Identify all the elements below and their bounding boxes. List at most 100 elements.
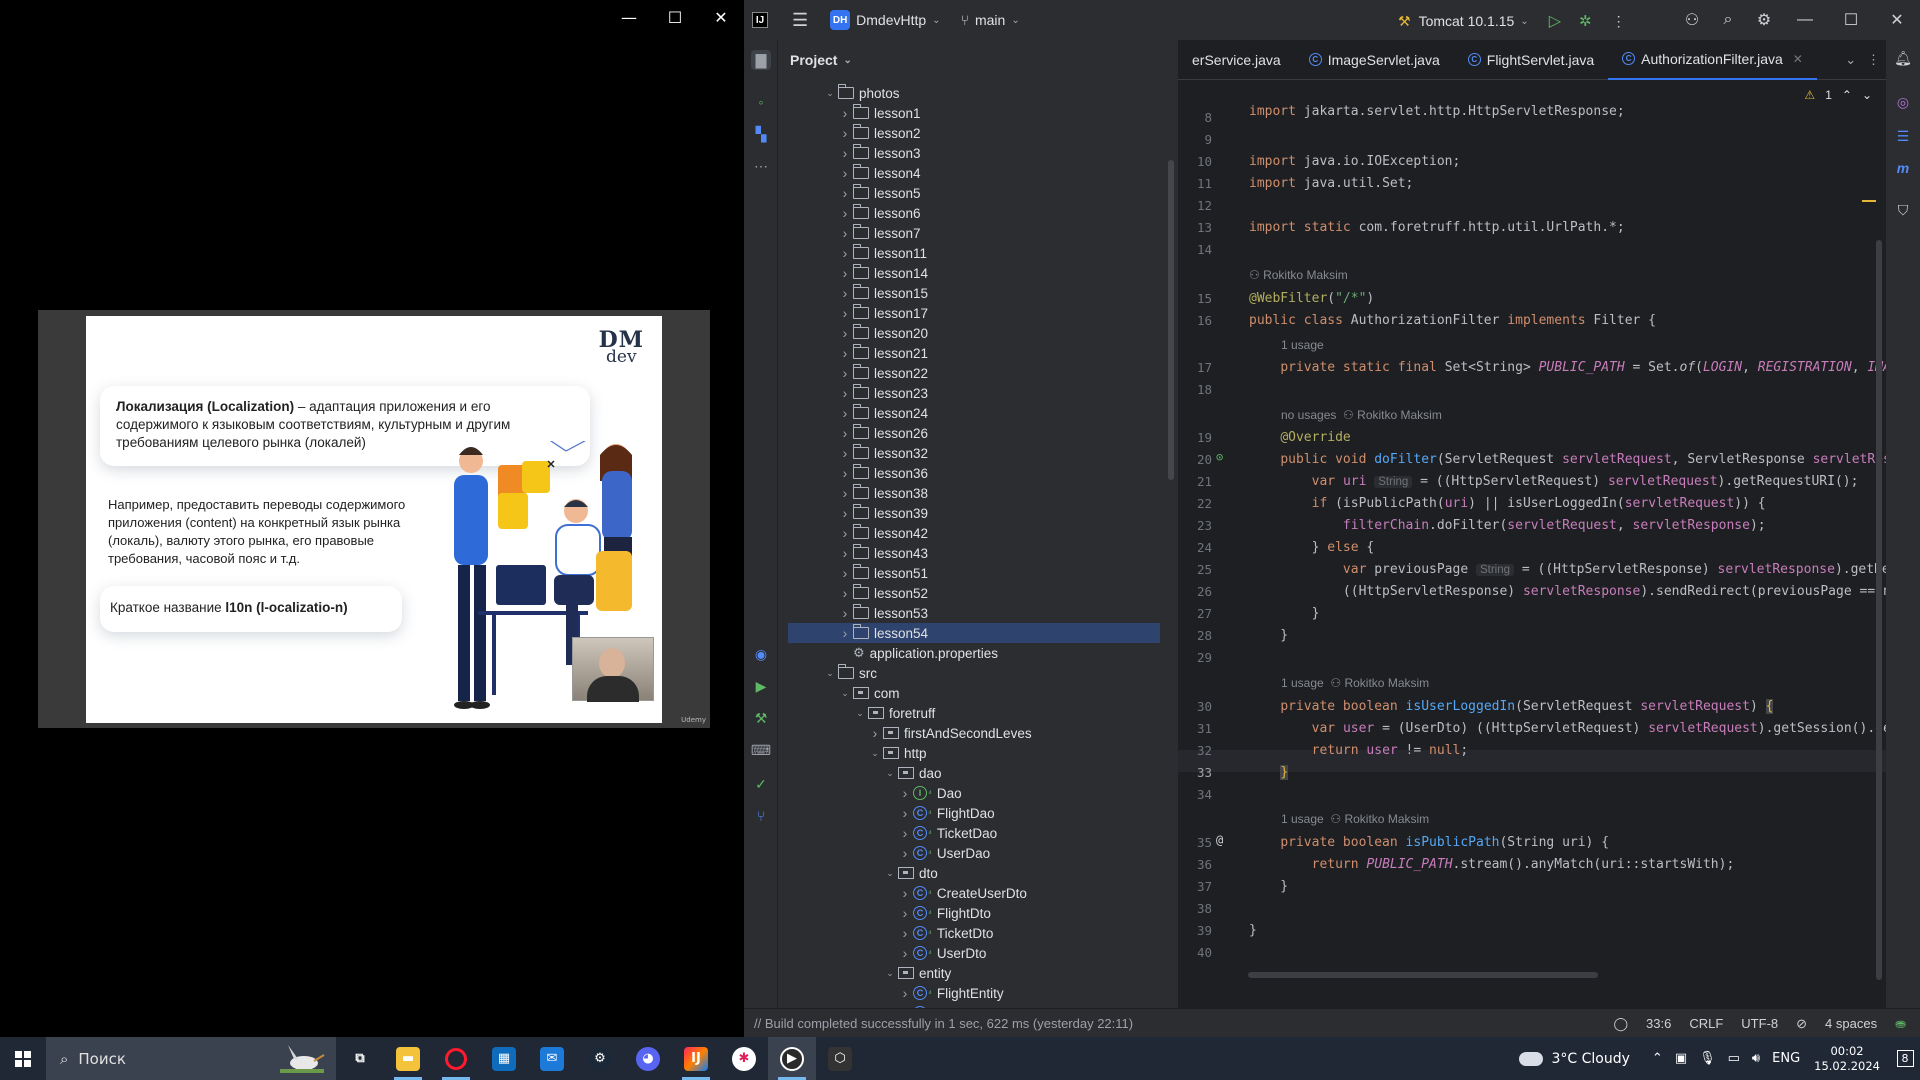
project-tool-icon[interactable]: ▇ [751, 50, 771, 70]
chevron-right-icon[interactable]: › [837, 485, 853, 501]
terminal-tool-icon[interactable]: ⌨ [751, 740, 771, 760]
tree-item-lesson39[interactable]: › lesson39 [778, 503, 1178, 523]
close-button[interactable]: ✕ [1874, 10, 1920, 30]
notification-center-button[interactable]: 8 [1890, 1037, 1920, 1080]
tree-item-flightentity[interactable]: › C ⁴ FlightEntity [778, 983, 1178, 1003]
chevron-right-icon[interactable]: › [897, 905, 913, 921]
task-view-button[interactable]: ⧉ [336, 1037, 384, 1080]
slack-app[interactable]: ✱ [720, 1037, 768, 1080]
tree-item-firstandsecondleves[interactable]: › firstAndSecondLeves [778, 723, 1178, 743]
notifications-icon[interactable]: 🔔︎ [1893, 48, 1913, 68]
media-player-app[interactable]: ▶ [768, 1037, 816, 1080]
steam-app[interactable]: ⚙ [576, 1037, 624, 1080]
tab-flightservlet[interactable]: C FlightServlet.java [1454, 40, 1608, 80]
vcs-branch-widget[interactable]: main [975, 12, 1005, 28]
chevron-up-icon[interactable]: ⌃ [1842, 88, 1852, 102]
project-tree-scrollbar[interactable] [1168, 160, 1174, 480]
minimize-button[interactable]: — [1782, 11, 1828, 29]
more-actions-icon[interactable]: ⋮ [1612, 13, 1626, 30]
microphone-icon[interactable]: 🎙︎ [1699, 1051, 1716, 1066]
chevron-right-icon[interactable]: › [867, 725, 883, 741]
tree-item-ticketdto[interactable]: › C ⁴ TicketDto [778, 923, 1178, 943]
tree-item-lesson42[interactable]: › lesson42 [778, 523, 1178, 543]
project-badge[interactable]: DH [830, 10, 851, 30]
services-tool-icon[interactable]: ◉ [751, 644, 771, 664]
chevron-right-icon[interactable]: › [837, 225, 853, 241]
chevron-right-icon[interactable]: › [837, 265, 853, 281]
tree-item-lesson20[interactable]: › lesson20 [778, 323, 1178, 343]
tree-item-createuserdto[interactable]: › C ⁴ CreateUserDto [778, 883, 1178, 903]
chevron-right-icon[interactable]: › [837, 425, 853, 441]
caret-position[interactable]: 33:6 [1646, 1016, 1671, 1031]
debug-icon[interactable]: ✲ [1579, 12, 1592, 30]
file-explorer-app[interactable]: ▬ [384, 1037, 432, 1080]
tree-item-lesson32[interactable]: › lesson32 [778, 443, 1178, 463]
chevron-right-icon[interactable]: › [837, 245, 853, 261]
close-button[interactable]: ✕ [698, 0, 744, 34]
tree-item-com[interactable]: ⌄ com [778, 683, 1178, 703]
tree-item-lesson17[interactable]: › lesson17 [778, 303, 1178, 323]
unity-hub-app[interactable]: ⬡ [816, 1037, 864, 1080]
tree-item-flightdao[interactable]: › C ⁴ FlightDao [778, 803, 1178, 823]
chevron-right-icon[interactable]: › [897, 925, 913, 941]
maven-icon[interactable]: m [1893, 158, 1913, 178]
chevron-down-icon[interactable]: ⌄ [837, 688, 853, 699]
tree-item-lesson23[interactable]: › lesson23 [778, 383, 1178, 403]
tree-item-dao[interactable]: › I ⁴ Dao [778, 783, 1178, 803]
taskbar-search[interactable]: ⌕ Поиск [46, 1037, 336, 1080]
chevron-right-icon[interactable]: › [837, 585, 853, 601]
tab-actions[interactable]: ⌄ ⋮ [1845, 52, 1880, 68]
chevron-right-icon[interactable]: › [837, 625, 853, 641]
tree-item-lesson2[interactable]: › lesson2 [778, 123, 1178, 143]
chevron-down-icon[interactable]: ⌄ [822, 88, 838, 99]
editor-vertical-scrollbar[interactable] [1876, 240, 1882, 980]
tree-item-dto[interactable]: ⌄ dto [778, 863, 1178, 883]
structure-tool-icon[interactable]: ▚ [751, 124, 771, 144]
search-icon[interactable]: ⌕ [1710, 11, 1746, 29]
tree-item-lesson53[interactable]: › lesson53 [778, 603, 1178, 623]
chevron-right-icon[interactable]: › [837, 165, 853, 181]
tree-item-lesson6[interactable]: › lesson6 [778, 203, 1178, 223]
chevron-right-icon[interactable]: › [837, 325, 853, 341]
chevron-right-icon[interactable]: › [897, 945, 913, 961]
warning-stripe-marker[interactable] [1862, 200, 1876, 202]
check-circle-icon[interactable]: ◯ [1613, 1016, 1628, 1032]
database-icon[interactable]: ☰ [1893, 126, 1913, 146]
chevron-down-icon[interactable]: ⌄ [882, 868, 898, 879]
taskbar-clock[interactable]: 00:02 15.02.2024 [1814, 1044, 1880, 1074]
chevron-right-icon[interactable]: › [897, 985, 913, 1001]
tree-item-userdao[interactable]: › C ⁴ UserDao [778, 843, 1178, 863]
usages-hint[interactable]: no usages ⚇ Rokitko Maksim [1281, 408, 1442, 422]
start-button[interactable] [0, 1037, 46, 1080]
tree-item-lesson1[interactable]: › lesson1 [778, 103, 1178, 123]
build-tool-icon[interactable]: ⚒ [751, 708, 771, 728]
weather-widget[interactable]: 3°C Cloudy [1519, 1051, 1630, 1067]
project-switcher[interactable]: DmdevHttp [856, 12, 926, 28]
chevron-right-icon[interactable]: › [837, 405, 853, 421]
tree-item-lesson43[interactable]: › lesson43 [778, 543, 1178, 563]
chevron-up-icon[interactable]: ⌃ [1652, 1051, 1663, 1066]
tree-item-lesson51[interactable]: › lesson51 [778, 563, 1178, 583]
tree-item-lesson7[interactable]: › lesson7 [778, 223, 1178, 243]
line-ending-selector[interactable]: CRLF [1689, 1016, 1723, 1031]
mail-app[interactable]: ✉ [528, 1037, 576, 1080]
tree-item-lesson36[interactable]: › lesson36 [778, 463, 1178, 483]
chevron-right-icon[interactable]: › [837, 105, 853, 121]
run-icon[interactable]: ▷ [1549, 11, 1561, 31]
network-icon[interactable]: ▭ [1728, 1051, 1740, 1066]
tree-item-lesson24[interactable]: › lesson24 [778, 403, 1178, 423]
tree-item-lesson54[interactable]: › lesson54 [788, 623, 1160, 643]
chevron-right-icon[interactable]: › [837, 505, 853, 521]
tree-item-lesson5[interactable]: › lesson5 [778, 183, 1178, 203]
build-status-message[interactable]: // Build completed successfully in 1 sec… [754, 1016, 1133, 1031]
tree-item-entity[interactable]: ⌄ entity [778, 963, 1178, 983]
restore-button[interactable]: ☐ [1828, 10, 1874, 30]
tree-item-http[interactable]: ⌄ http [778, 743, 1178, 763]
tree-item-lesson38[interactable]: › lesson38 [778, 483, 1178, 503]
chevron-right-icon[interactable]: › [837, 345, 853, 361]
chevron-right-icon[interactable]: › [837, 365, 853, 381]
discord-app[interactable]: ◕ [624, 1037, 672, 1080]
volume-icon[interactable]: 🔊︎ [1752, 1051, 1760, 1066]
tab-imageservlet[interactable]: C ImageServlet.java [1295, 40, 1454, 80]
author-hint[interactable]: ⚇ Rokitko Maksim [1249, 268, 1348, 282]
